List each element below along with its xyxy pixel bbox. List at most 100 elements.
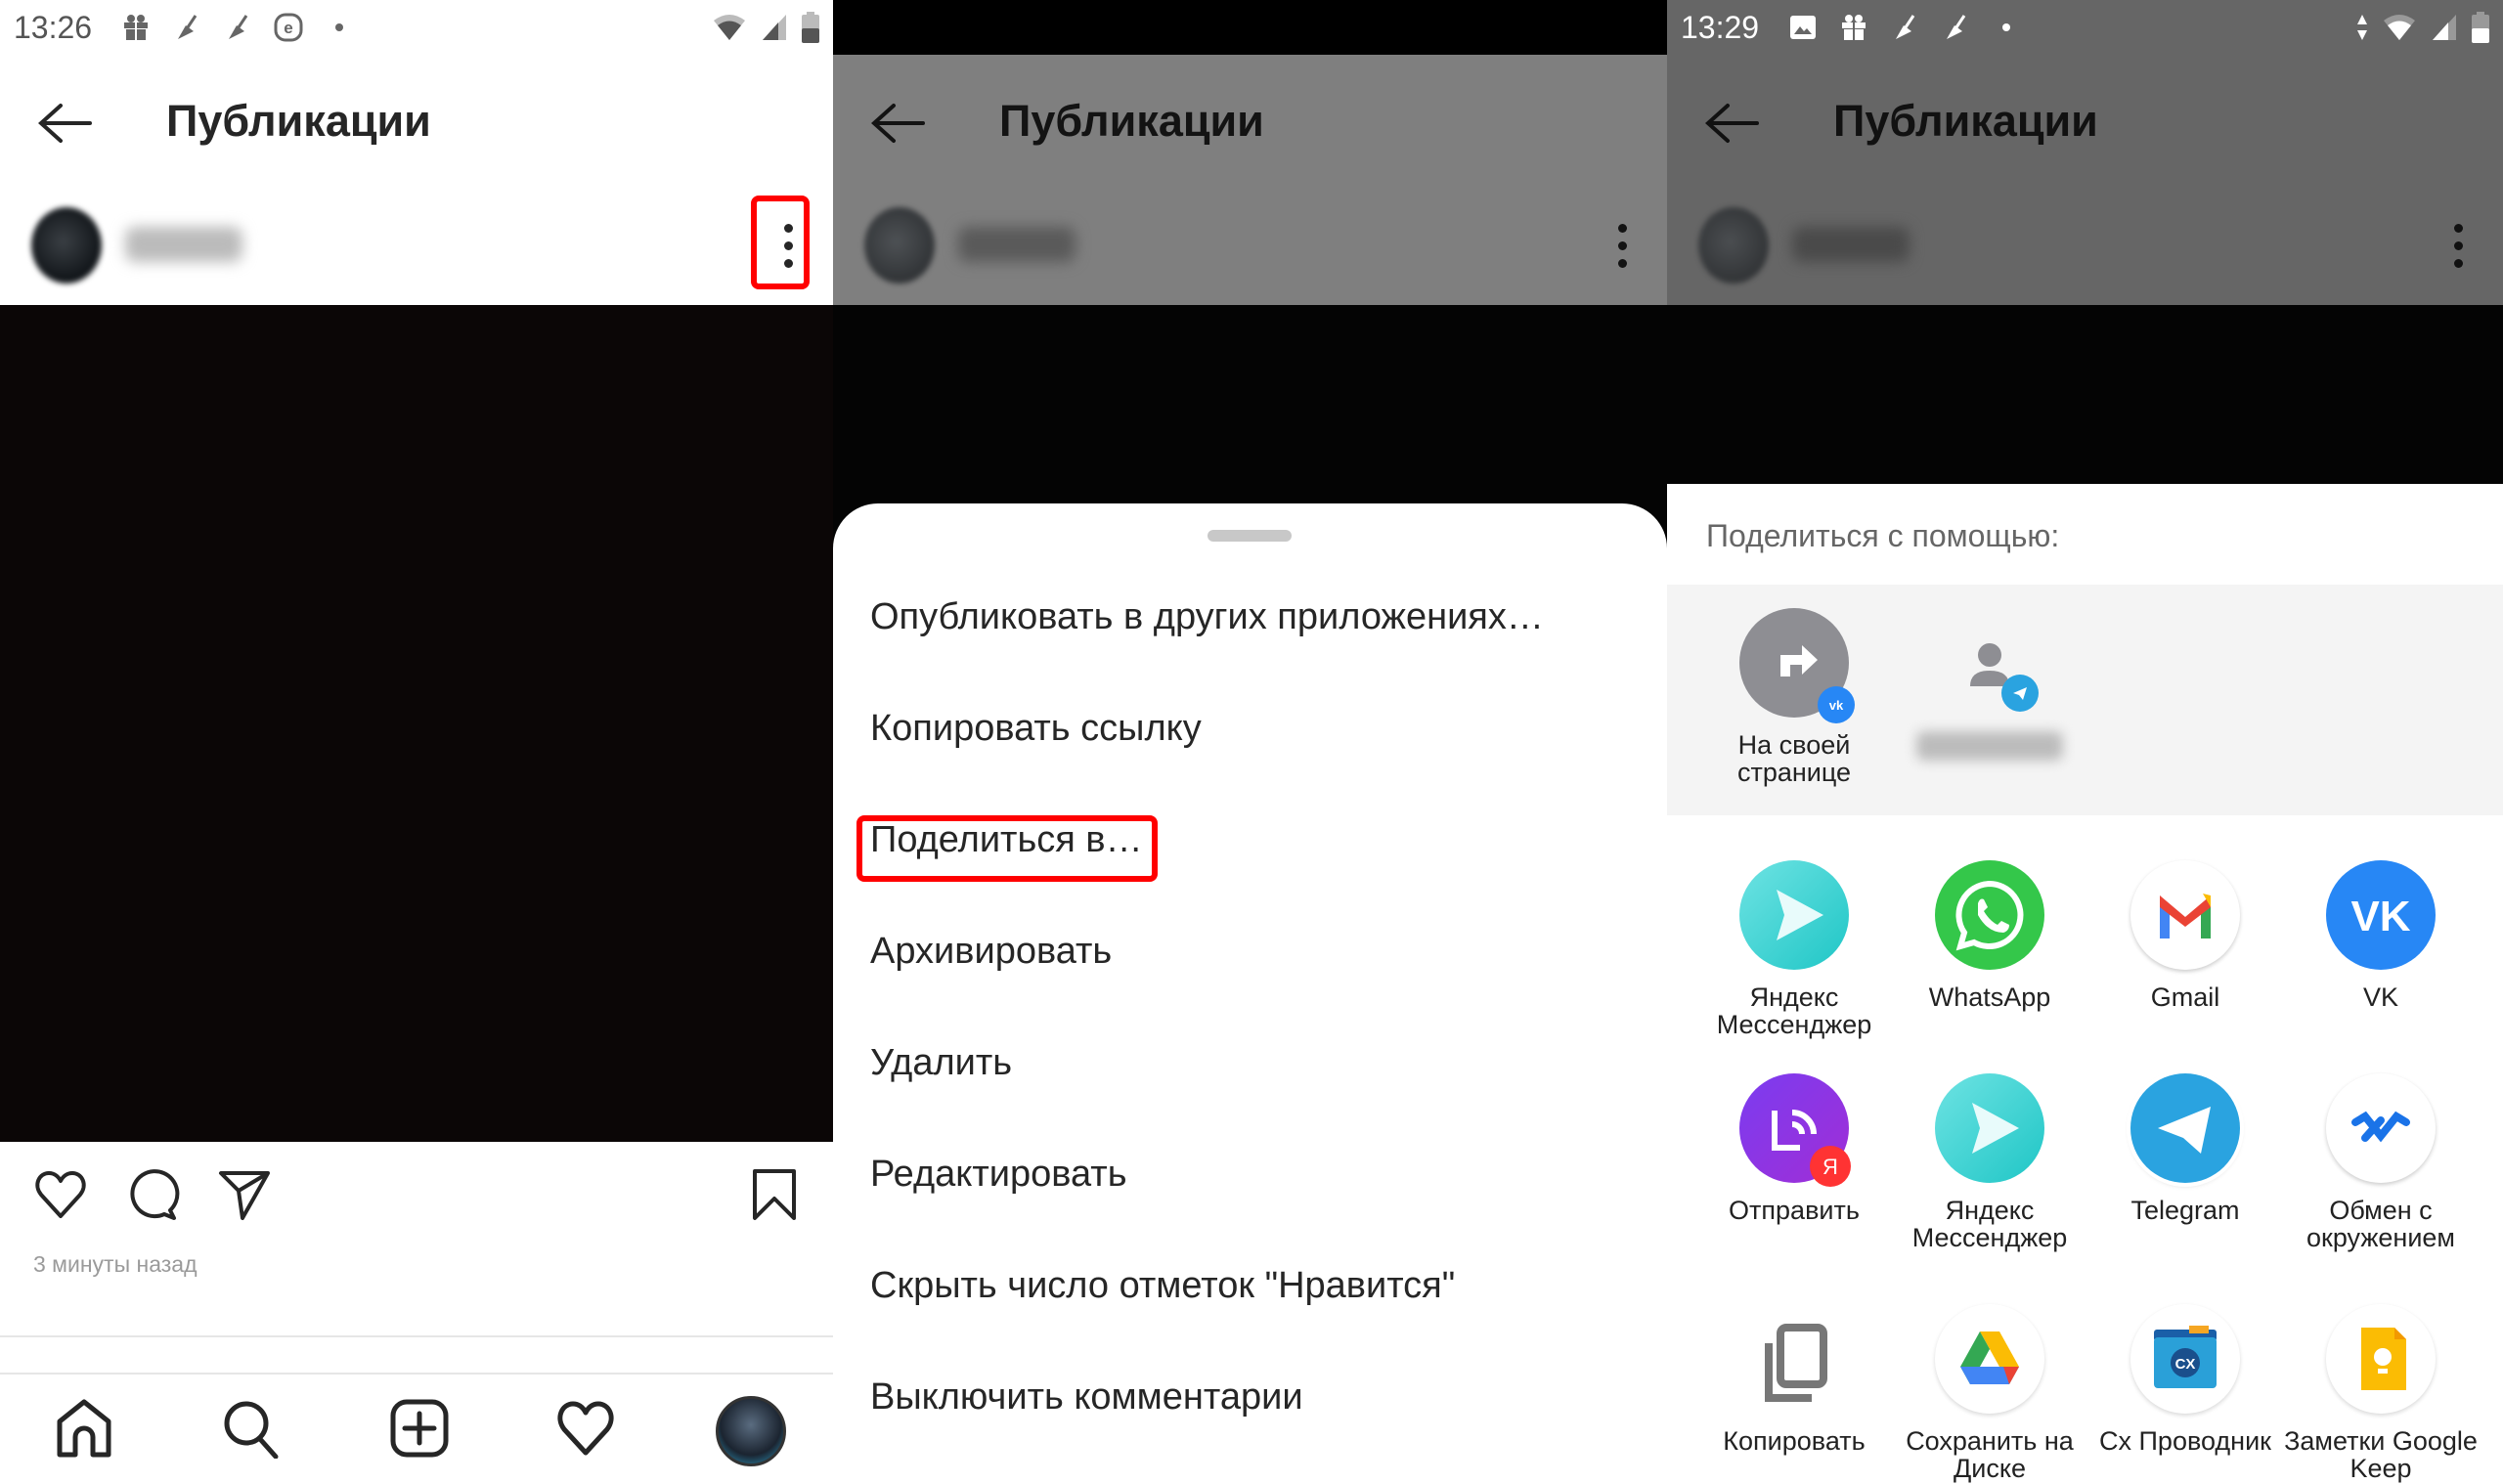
highlight-share-to: [856, 815, 1158, 882]
app-nearby-share[interactable]: Обмен с окружением: [2283, 1073, 2479, 1251]
page-title: Публикации: [999, 96, 1264, 146]
yandex-badge-icon: Я: [1810, 1146, 1851, 1187]
username-blurred[interactable]: [125, 227, 242, 262]
menu-item-archive[interactable]: Архивировать: [870, 931, 1112, 973]
svg-text:Я: Я: [1822, 1155, 1838, 1179]
dot-icon: [1992, 13, 2021, 42]
menu-item-copy-link[interactable]: Копировать ссылку: [870, 708, 1202, 750]
app-telegram[interactable]: Telegram: [2087, 1073, 2283, 1224]
battery-icon: [2472, 12, 2489, 43]
yandex-messenger-icon: [1739, 860, 1849, 970]
username-blurred: [958, 227, 1076, 262]
broom-icon: [172, 13, 201, 42]
bottom-sheet: [833, 503, 1667, 1484]
gmail-icon: [2130, 860, 2240, 970]
vk-icon: VK: [2326, 860, 2436, 970]
app-label: Обмен с окружением: [2306, 1196, 2455, 1252]
back-arrow-icon: [1705, 104, 1759, 143]
broom-icon: [1890, 13, 1919, 42]
battery-icon: [802, 12, 819, 43]
signal-icon: [2433, 15, 2456, 40]
app-copy[interactable]: Копировать: [1696, 1304, 1892, 1455]
menu-item-publish-other-apps[interactable]: Опубликовать в других приложениях…: [870, 596, 1544, 638]
direct-share-own-page[interactable]: vk На своей странице: [1696, 608, 1892, 786]
nearby-share-icon: [2326, 1073, 2436, 1183]
username-blurred: [1792, 227, 1910, 262]
menu-item-disable-comments[interactable]: Выключить комментарии: [870, 1376, 1303, 1419]
gift-icon: [121, 13, 151, 42]
app-vk[interactable]: VK VK: [2283, 860, 2479, 1011]
panel-share-chooser: 13:29 Публикации Поделиться с помощью: v…: [1667, 0, 2503, 1484]
app-label: Отправить: [1729, 1196, 1860, 1225]
app-yandex-messenger-2[interactable]: Яндекс Мессенджер: [1892, 1073, 2087, 1251]
add-post-icon[interactable]: [389, 1398, 450, 1459]
activity-heart-icon[interactable]: [555, 1398, 616, 1459]
yandex-send-icon: Я: [1739, 1073, 1851, 1187]
dimmed-photo: [1667, 305, 2503, 484]
avatar[interactable]: [31, 207, 102, 284]
yandex-messenger-icon: [1935, 1073, 2044, 1183]
direct-share-label: На своей странице: [1736, 730, 1852, 787]
status-bar: 13:26 e: [0, 0, 833, 55]
vk-badge-icon: vk: [1818, 686, 1855, 723]
profile-avatar[interactable]: [716, 1396, 786, 1466]
back-arrow-icon[interactable]: [37, 102, 92, 145]
menu-item-hide-likes[interactable]: Скрыть число отметок "Нравится": [870, 1265, 1455, 1307]
back-arrow-icon: [871, 104, 925, 143]
app-yandex-messenger[interactable]: Яндекс Мессенджер: [1696, 860, 1892, 1038]
app-label: Заметки Google Keep: [2284, 1426, 2478, 1483]
app-google-drive[interactable]: Сохранить на Диске: [1892, 1304, 2087, 1482]
page-title: Публикации: [166, 96, 431, 146]
search-icon[interactable]: [221, 1398, 282, 1459]
more-options-button: [2431, 201, 2485, 289]
home-icon[interactable]: [54, 1398, 114, 1459]
bookmark-icon[interactable]: [747, 1167, 802, 1222]
wifi-icon: [2384, 15, 2415, 40]
status-bar: 13:29: [1667, 0, 2503, 55]
app-label: Cx Проводник: [2099, 1426, 2271, 1456]
telegram-badge-icon: [2001, 675, 2039, 712]
divider: [0, 1335, 833, 1337]
avatar: [864, 207, 935, 284]
app-label: Telegram: [2130, 1196, 2240, 1225]
app-whatsapp[interactable]: WhatsApp: [1892, 860, 2087, 1011]
status-right-icons: [712, 12, 819, 43]
app-yandex-send[interactable]: Я Отправить: [1696, 1073, 1892, 1224]
direct-share-contact[interactable]: [1892, 608, 2087, 761]
menu-item-edit[interactable]: Редактировать: [870, 1154, 1127, 1196]
svg-text:CX: CX: [2175, 1356, 2196, 1373]
more-vertical-icon: [1617, 223, 1627, 233]
contact-name-blurred: [1916, 731, 2063, 761]
app-label: Яндекс Мессенджер: [1716, 982, 1872, 1039]
app-label: Gmail: [2150, 982, 2220, 1012]
status-time: 13:26: [14, 9, 93, 45]
more-vertical-icon: [2453, 223, 2463, 233]
app-google-keep[interactable]: Заметки Google Keep: [2283, 1304, 2479, 1482]
contact-person-icon: [1935, 608, 2044, 718]
copy-icon: [1739, 1304, 1849, 1414]
google-drive-icon: [1935, 1304, 2044, 1414]
broom-icon: [1941, 13, 1970, 42]
status-right-icons: [2356, 12, 2489, 43]
comment-icon[interactable]: [125, 1167, 180, 1222]
gift-icon: [1839, 13, 1868, 42]
data-arrows-icon: [2357, 15, 2367, 40]
google-keep-icon: [2326, 1304, 2436, 1414]
panel-post-view: 13:26 e Публикации 3 минуты назад: [0, 0, 833, 1484]
image-icon: [1788, 13, 1818, 42]
e-circle-icon: e: [274, 13, 303, 42]
heart-icon[interactable]: [33, 1167, 88, 1222]
app-gmail[interactable]: Gmail: [2087, 860, 2283, 1011]
svg-text:vk: vk: [1829, 698, 1844, 713]
app-label: Яндекс Мессенджер: [1911, 1196, 2068, 1252]
app-label: VK: [2362, 982, 2399, 1012]
send-icon[interactable]: [217, 1167, 272, 1222]
post-image[interactable]: [0, 305, 833, 1142]
app-label: WhatsApp: [1928, 982, 2051, 1012]
app-cx-explorer[interactable]: CX Cx Проводник: [2087, 1304, 2283, 1455]
signal-icon: [763, 15, 786, 40]
svg-text:VK: VK: [2350, 893, 2410, 940]
sheet-drag-handle[interactable]: [1208, 530, 1292, 542]
menu-item-delete[interactable]: Удалить: [870, 1042, 1012, 1084]
svg-text:e: e: [284, 19, 292, 37]
